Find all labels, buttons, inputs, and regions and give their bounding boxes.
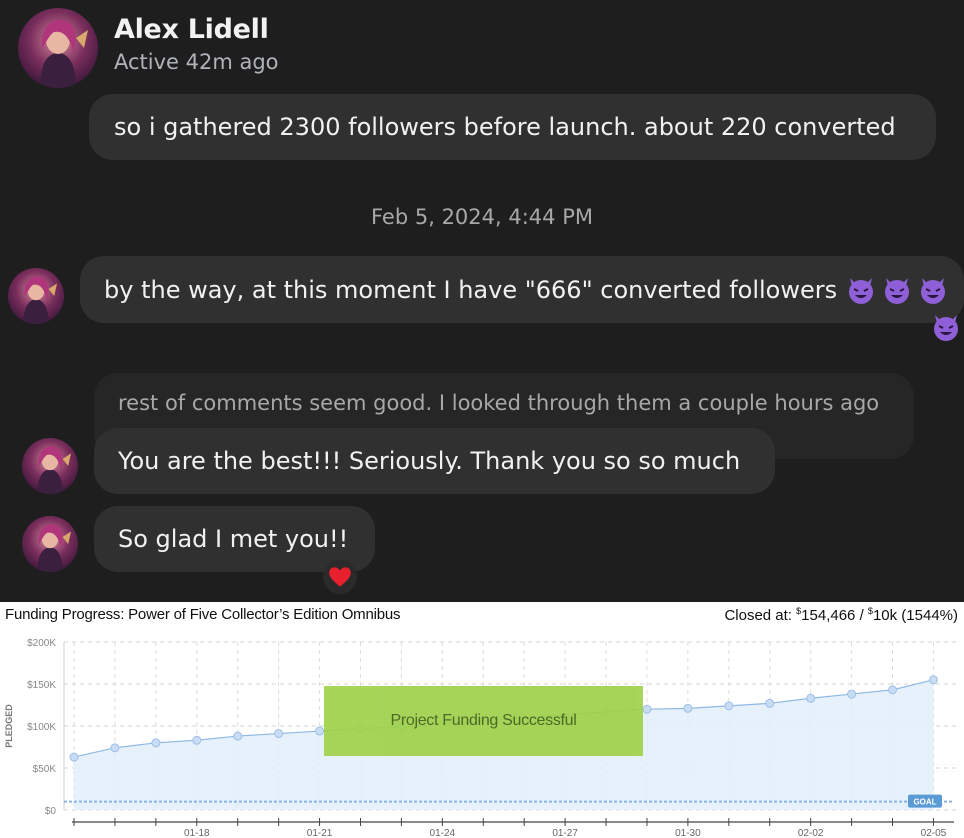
message-bubble[interactable]: by the way, at this moment I have "666" … — [80, 256, 964, 323]
data-point — [151, 738, 161, 748]
x-tick-label: 01-18 — [184, 828, 210, 838]
data-point — [765, 698, 775, 708]
message-timestamp: Feb 5, 2024, 4:44 PM — [371, 205, 593, 229]
message-bubble[interactable]: so i gathered 2300 followers before laun… — [89, 94, 936, 160]
x-tick-label: 02-02 — [798, 828, 824, 838]
funding-title: Funding Progress: Power of Five Collecto… — [5, 606, 401, 623]
data-point — [192, 735, 202, 745]
data-point — [928, 675, 938, 685]
funding-success-banner: Project Funding Successful — [324, 686, 643, 756]
smiling-face-with-horns-icon — [917, 274, 949, 306]
sender-avatar[interactable] — [22, 438, 78, 494]
data-point — [724, 701, 734, 711]
data-point — [642, 704, 652, 714]
data-point — [683, 703, 693, 713]
contact-name[interactable]: Alex Lidell — [114, 14, 269, 45]
red-heart-icon — [329, 567, 351, 587]
x-tick-label: 01-24 — [430, 828, 456, 838]
data-point — [274, 729, 284, 739]
contact-status: Active 42m ago — [114, 50, 279, 74]
x-tick-label: 01-30 — [675, 828, 701, 838]
x-tick-label: 01-27 — [552, 828, 578, 838]
funding-closed-summary: Closed at: $154,466 / $10k (1544%) — [724, 606, 958, 624]
message-text: so i gathered 2300 followers before laun… — [114, 113, 896, 141]
data-point — [888, 685, 898, 695]
message-text: You are the best!!! Seriously. Thank you… — [118, 447, 741, 475]
closed-amount: 154,466 — [801, 607, 856, 624]
goal-label: GOAL — [913, 798, 936, 807]
avatar-image — [22, 516, 78, 572]
message-text: So glad I met you!! — [118, 525, 349, 553]
y-tick-label: $150K — [27, 680, 56, 691]
message-bubble[interactable]: You are the best!!! Seriously. Thank you… — [94, 428, 775, 494]
y-tick-label: $200K — [27, 638, 56, 649]
avatar-image — [8, 268, 64, 324]
data-point — [806, 693, 816, 703]
y-axis-label: PLEDGED — [4, 704, 14, 748]
smiling-face-with-horns-icon — [930, 311, 962, 343]
smiling-face-with-horns-icon — [845, 274, 877, 306]
smiling-face-with-horns-icon — [881, 274, 913, 306]
avatar-image — [22, 438, 78, 494]
x-tick-label: 02-05 — [921, 828, 947, 838]
data-point — [315, 726, 325, 736]
funded-percent: (1544%) — [901, 607, 958, 624]
contact-avatar[interactable] — [18, 8, 98, 88]
data-point — [110, 743, 120, 753]
message-text: by the way, at this moment I have "666" … — [104, 275, 838, 304]
sender-avatar[interactable] — [8, 268, 64, 324]
sender-avatar[interactable] — [22, 516, 78, 572]
data-point — [847, 689, 857, 699]
y-tick-label: $50K — [33, 764, 57, 775]
closed-label: Closed at: — [724, 607, 792, 624]
quoted-message-text: rest of comments seem good. I looked thr… — [118, 391, 880, 415]
x-tick-label: 01-21 — [307, 828, 333, 838]
y-tick-label: $100K — [27, 722, 56, 733]
avatar-image — [18, 8, 98, 88]
data-point — [69, 752, 79, 762]
message-reaction[interactable] — [323, 560, 357, 594]
chat-panel: Alex Lidell Active 42m ago so i gathered… — [0, 0, 964, 602]
data-point — [233, 731, 243, 741]
y-tick-label: $0 — [45, 806, 57, 817]
goal-amount: 10k — [872, 607, 898, 624]
